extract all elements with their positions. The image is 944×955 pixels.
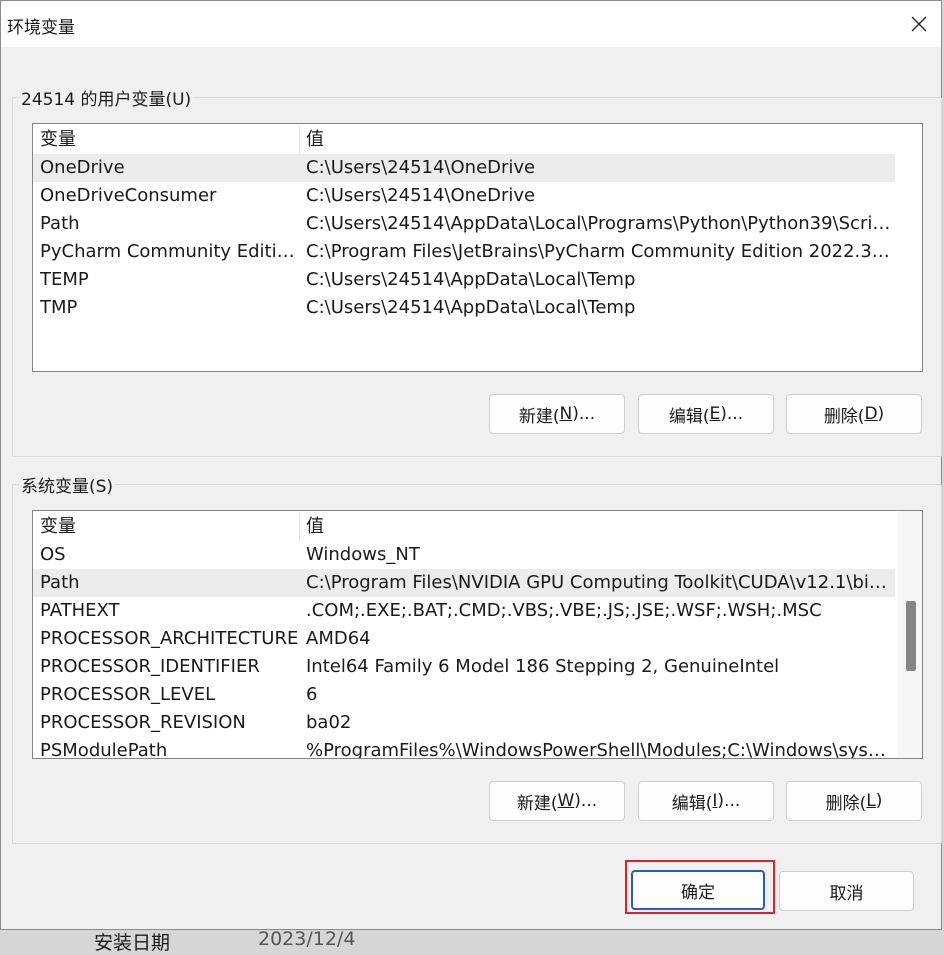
column-divider[interactable] (299, 126, 300, 154)
background-install-date-label: 安装日期 (94, 932, 171, 954)
variable-name: PyCharm Community Edition (40, 241, 299, 262)
table-row[interactable]: OS Windows_NT (33, 541, 895, 569)
table-row[interactable]: PyCharm Community Edition C:\Program File… (33, 238, 895, 266)
variable-value: 6 (306, 684, 318, 705)
variable-name: OneDrive (40, 157, 125, 178)
table-row[interactable]: Path C:\Program Files\NVIDIA GPU Computin… (33, 569, 895, 597)
user-variables-list[interactable]: 变量 值 OneDrive C:\Users\24514\OneDrive OneD… (32, 123, 923, 372)
system-variables-label: 系统变量(S) (21, 477, 114, 497)
variable-name: PROCESSOR_LEVEL (40, 684, 216, 705)
column-header-value[interactable]: 值 (306, 513, 891, 541)
table-row[interactable]: TMP C:\Users\24514\AppData\Local\Temp (33, 294, 895, 322)
table-row[interactable]: PROCESSOR_LEVEL 6 (33, 681, 895, 709)
table-row[interactable]: PSModulePath %ProgramFiles%\WindowsPowerS… (33, 737, 895, 759)
variable-value: C:\Users\24514\AppData\Local\Temp (306, 297, 636, 318)
system-variables-list[interactable]: 变量 值 OS Windows_NT Path C:\Program Files\NV… (32, 510, 923, 759)
close-icon (911, 16, 927, 32)
table-row[interactable]: PROCESSOR_IDENTIFIER Intel64 Family 6 Mod… (33, 653, 895, 681)
system-new-button[interactable]: 新建(W)... (489, 781, 625, 821)
variable-value: C:\Program Files\NVIDIA GPU Computing To… (306, 572, 891, 593)
variable-name: PSModulePath (40, 740, 168, 759)
variable-name: TMP (40, 297, 78, 318)
column-divider[interactable] (299, 513, 300, 541)
variable-name: TEMP (40, 269, 89, 290)
variable-value: C:\Users\24514\AppData\Local\Temp (306, 269, 636, 290)
user-edit-button[interactable]: 编辑(E)... (638, 394, 774, 434)
variable-value: .COM;.EXE;.BAT;.CMD;.VBS;.VBE;.JS;.JSE;.… (306, 600, 822, 621)
environment-variables-dialog: 环境变量 24514 的用户变量(U) 变量 值 OneDrive C:\User… (0, 0, 942, 930)
variable-value: Intel64 Family 6 Model 186 Stepping 2, G… (306, 656, 780, 677)
table-row[interactable]: PROCESSOR_ARCHITECTURE AMD64 (33, 625, 895, 653)
variable-value: C:\Users\24514\OneDrive (306, 185, 536, 206)
window-title: 环境变量 (7, 18, 75, 38)
scrollbar-thumb[interactable] (906, 601, 916, 671)
title-bar: 环境变量 (1, 1, 941, 47)
system-list-scrollbar[interactable] (898, 511, 922, 758)
cancel-button[interactable]: 取消 (779, 871, 914, 911)
system-delete-button[interactable]: 删除(L) (786, 781, 922, 821)
column-header-value[interactable]: 值 (306, 126, 891, 154)
variable-value: AMD64 (306, 628, 371, 649)
variable-name: OneDriveConsumer (40, 185, 217, 206)
table-row[interactable]: TEMP C:\Users\24514\AppData\Local\Temp (33, 266, 895, 294)
table-row[interactable]: Path C:\Users\24514\AppData\Local\Program… (33, 210, 895, 238)
variable-name: Path (40, 572, 80, 593)
variable-value: Windows_NT (306, 544, 420, 565)
user-delete-button[interactable]: 删除(D) (786, 394, 922, 434)
variable-value: %ProgramFiles%\WindowsPowerShell\Modules… (306, 740, 891, 759)
column-header-variable[interactable]: 变量 (40, 513, 295, 541)
user-new-button[interactable]: 新建(N)... (489, 394, 625, 434)
column-header-variable[interactable]: 变量 (40, 126, 295, 154)
system-list-header: 变量 值 (33, 513, 895, 541)
variable-name: PROCESSOR_ARCHITECTURE (40, 628, 299, 649)
table-row[interactable]: OneDriveConsumer C:\Users\24514\OneDrive (33, 182, 895, 210)
variable-name: PATHEXT (40, 600, 120, 621)
variable-value: C:\Program Files\JetBrains\PyCharm Commu… (306, 241, 891, 262)
close-button[interactable] (897, 1, 941, 47)
variable-name: OS (40, 544, 66, 565)
variable-name: PROCESSOR_IDENTIFIER (40, 656, 260, 677)
system-edit-button[interactable]: 编辑(I)... (638, 781, 774, 821)
variable-name: Path (40, 213, 80, 234)
table-row[interactable]: PATHEXT .COM;.EXE;.BAT;.CMD;.VBS;.VBE;.JS… (33, 597, 895, 625)
table-row[interactable]: OneDrive C:\Users\24514\OneDrive (33, 154, 895, 182)
variable-value: C:\Users\24514\OneDrive (306, 157, 536, 178)
variable-value: C:\Users\24514\AppData\Local\Programs\Py… (306, 213, 891, 234)
highlight-box (625, 860, 775, 914)
user-list-header: 变量 值 (33, 126, 895, 154)
user-variables-label: 24514 的用户变量(U) (21, 90, 192, 110)
table-row[interactable]: PROCESSOR_REVISION ba02 (33, 709, 895, 737)
variable-value: ba02 (306, 712, 352, 733)
variable-name: PROCESSOR_REVISION (40, 712, 246, 733)
background-install-date-value: 2023/12/4 (258, 928, 356, 950)
